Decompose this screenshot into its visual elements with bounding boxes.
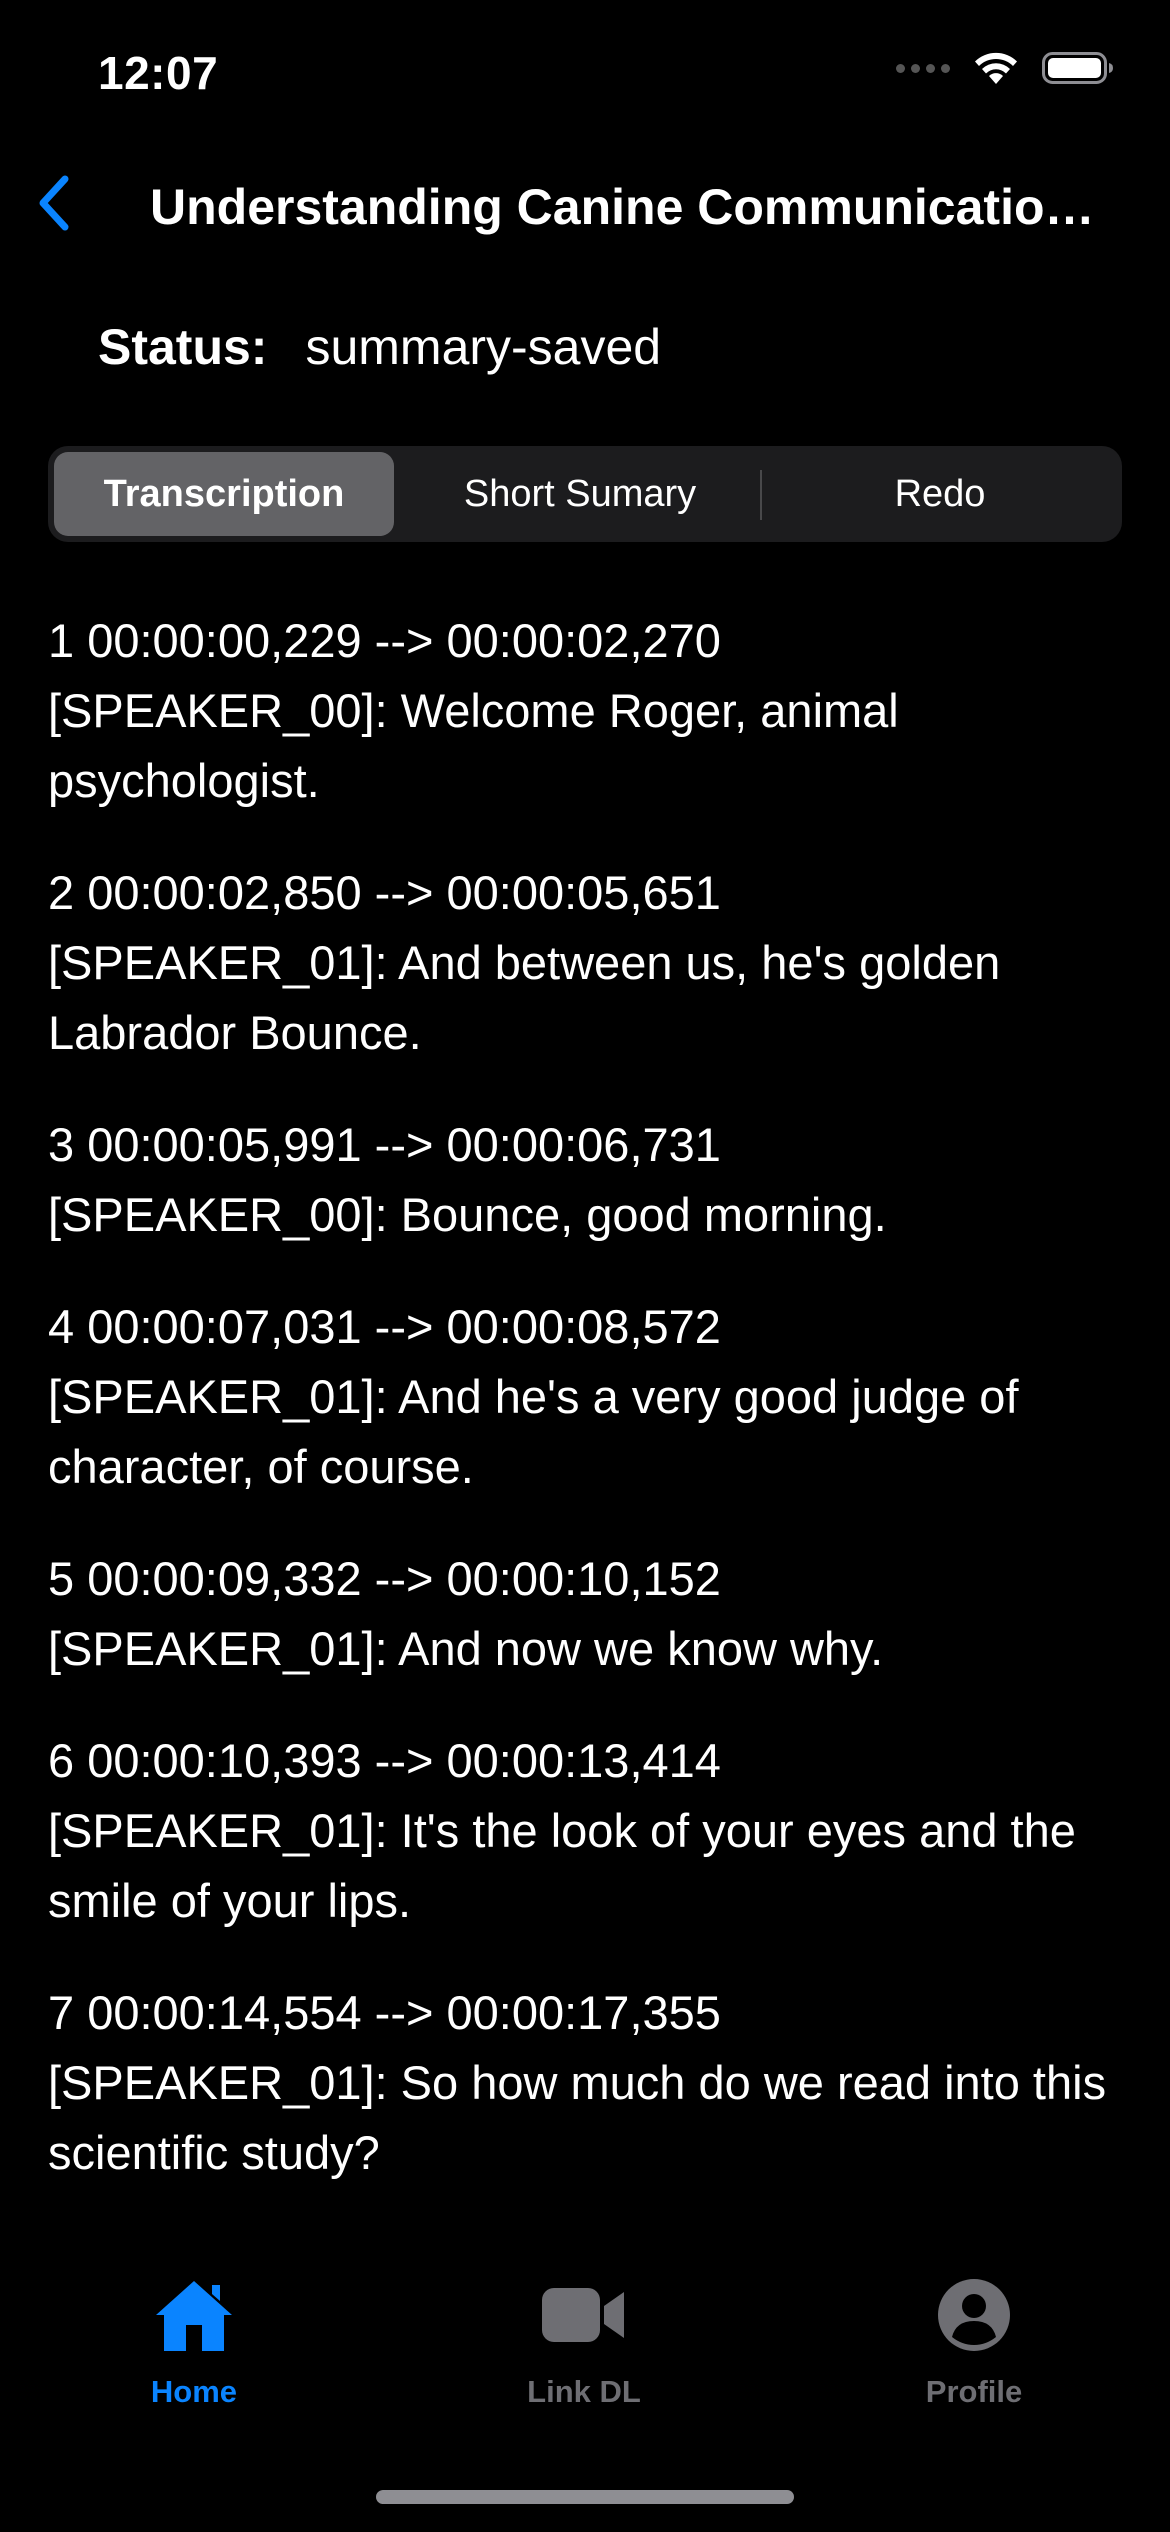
entry-timestamp: 5 00:00:09,332 --> 00:00:10,152 — [48, 1552, 721, 1605]
tab-label: Link DL — [527, 2374, 641, 2409]
entry-text: [SPEAKER_00]: Bounce, good morning. — [48, 1188, 887, 1241]
transcript-entry: 4 00:00:07,031 --> 00:00:08,572 [SPEAKER… — [48, 1292, 1128, 1502]
status-time: 12:07 — [98, 47, 219, 99]
navigation-bar: Understanding Canine Communication... — [0, 160, 1170, 250]
home-indicator[interactable] — [376, 2490, 794, 2504]
wifi-icon — [975, 52, 1017, 84]
entry-timestamp: 6 00:00:10,393 --> 00:00:13,414 — [48, 1734, 721, 1787]
transcript-entry: 6 00:00:10,393 --> 00:00:13,414 [SPEAKER… — [48, 1726, 1128, 1936]
transcript-entry: 1 00:00:00,229 --> 00:00:02,270 [SPEAKER… — [48, 606, 1128, 816]
tab-bar: Home Link DL Profile — [0, 2270, 1170, 2450]
entry-text: [SPEAKER_00]: Welcome Roger, animal psyc… — [48, 684, 899, 807]
status-bar: 12:07 — [0, 0, 1170, 140]
tab-label: Home — [150, 2374, 238, 2409]
segmented-control: Transcription Short Sumary Redo — [48, 446, 1122, 542]
tab-label: Profile — [925, 2374, 1023, 2409]
transcript-entry: 7 00:00:14,554 --> 00:00:17,355 [SPEAKER… — [48, 1978, 1128, 2188]
transcript-entry: 3 00:00:05,991 --> 00:00:06,731 [SPEAKER… — [48, 1110, 1128, 1250]
status-icons — [896, 50, 1114, 86]
entry-text: [SPEAKER_01]: And between us, he's golde… — [48, 936, 1001, 1059]
entry-text: [SPEAKER_01]: It's the look of your eyes… — [48, 1804, 1076, 1927]
page-title: Understanding Canine Communication... — [150, 179, 1114, 235]
entry-timestamp: 1 00:00:00,229 --> 00:00:02,270 — [48, 614, 721, 667]
person-circle-icon — [936, 2270, 1012, 2360]
segment-transcription[interactable]: Transcription — [54, 452, 394, 536]
cellular-signal-icon — [896, 63, 950, 73]
status-label: Status: — [98, 319, 268, 375]
status-row: Status: summary-saved — [98, 318, 661, 376]
transcript-list: 1 00:00:00,229 --> 00:00:02,270 [SPEAKER… — [48, 606, 1128, 2230]
entry-timestamp: 2 00:00:02,850 --> 00:00:05,651 — [48, 866, 721, 919]
entry-timestamp: 3 00:00:05,991 --> 00:00:06,731 — [48, 1118, 721, 1171]
tab-home[interactable]: Home — [64, 2270, 324, 2410]
entry-text: [SPEAKER_01]: And now we know why. — [48, 1622, 884, 1675]
entry-timestamp: 4 00:00:07,031 --> 00:00:08,572 — [48, 1300, 721, 1353]
transcript-entry: 5 00:00:09,332 --> 00:00:10,152 [SPEAKER… — [48, 1544, 1128, 1684]
segment-short-summary[interactable]: Short Sumary — [402, 452, 758, 536]
entry-text: [SPEAKER_01]: And he's a very good judge… — [48, 1370, 1019, 1493]
entry-text: [SPEAKER_01]: So how much do we read int… — [48, 2056, 1107, 2179]
house-icon — [152, 2270, 236, 2360]
segment-divider — [760, 470, 762, 520]
transcript-entry: 2 00:00:02,850 --> 00:00:05,651 [SPEAKER… — [48, 858, 1128, 1068]
segment-redo[interactable]: Redo — [764, 452, 1116, 536]
tab-profile[interactable]: Profile — [844, 2270, 1104, 2410]
entry-timestamp: 7 00:00:14,554 --> 00:00:17,355 — [48, 1986, 721, 2039]
video-camera-icon — [540, 2270, 628, 2360]
back-button[interactable] — [18, 168, 88, 238]
battery-icon — [1042, 52, 1113, 84]
tab-link-dl[interactable]: Link DL — [454, 2270, 714, 2410]
chevron-left-icon — [39, 175, 69, 231]
status-value: summary-saved — [305, 319, 662, 375]
